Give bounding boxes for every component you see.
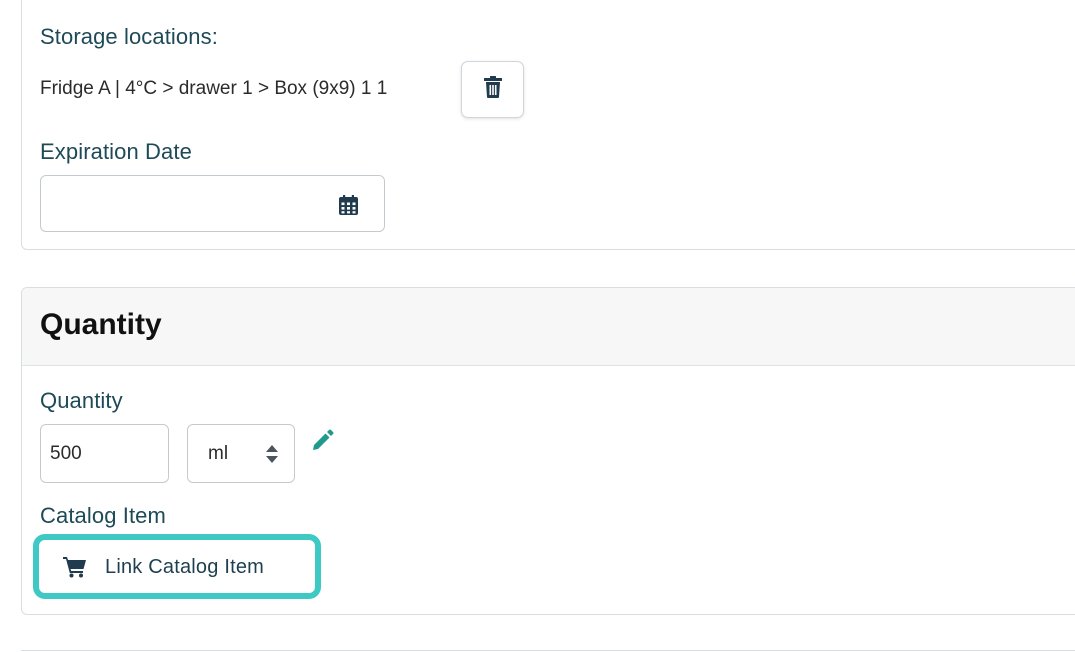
storage-location-text: Fridge A | 4°C > drawer 1 > Box (9x9) 1 … bbox=[40, 78, 388, 99]
sort-updown-icon bbox=[266, 445, 278, 468]
expiration-date-input[interactable] bbox=[41, 176, 331, 231]
delete-location-button[interactable] bbox=[461, 61, 524, 118]
catalog-item-label: Catalog Item bbox=[40, 503, 166, 528]
expiration-date-label: Expiration Date bbox=[40, 139, 192, 164]
quantity-input[interactable] bbox=[40, 424, 169, 483]
cart-icon bbox=[63, 556, 87, 578]
quantity-label: Quantity bbox=[40, 388, 123, 413]
quantity-card-title: Quantity bbox=[40, 308, 162, 341]
calendar-icon[interactable] bbox=[339, 195, 358, 220]
next-card-edge bbox=[21, 650, 1075, 651]
storage-locations-label: Storage locations: bbox=[40, 24, 218, 49]
unit-select[interactable]: ml bbox=[187, 424, 295, 483]
page: Storage locations: Fridge A | 4°C > draw… bbox=[0, 0, 1075, 652]
trash-icon bbox=[483, 76, 502, 103]
expiration-date-field[interactable] bbox=[40, 175, 385, 232]
unit-select-value: ml bbox=[208, 443, 229, 464]
pencil-icon[interactable] bbox=[311, 428, 335, 457]
link-catalog-item-label: Link Catalog Item bbox=[105, 555, 265, 578]
link-catalog-item-button[interactable]: Link Catalog Item bbox=[46, 547, 308, 587]
quantity-card-header: Quantity bbox=[22, 288, 1075, 366]
